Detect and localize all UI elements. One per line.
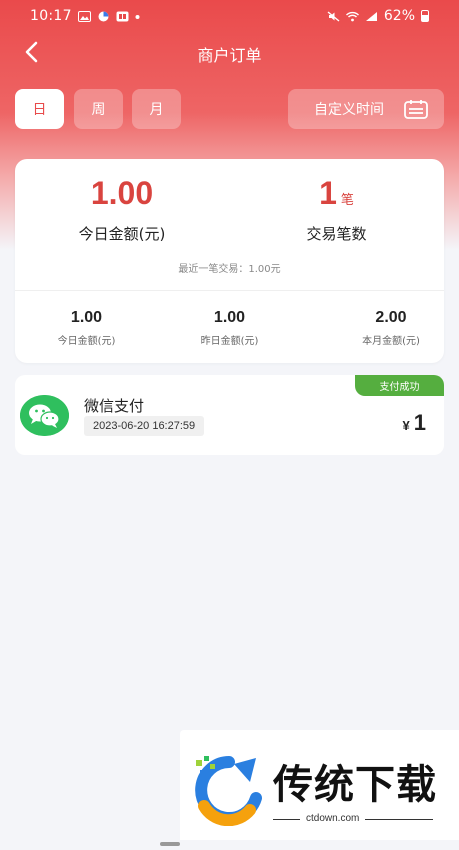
divider [15,290,444,291]
wifi-icon [345,11,359,21]
order-item[interactable]: 微信支付 2023-06-20 16:27:59 支付成功 ¥1 [15,375,444,455]
nav-bar: 商户订单 [0,32,459,72]
battery-percent: 62% [383,8,415,24]
summary-yesterday-value: 1.00 [213,309,246,326]
trade-count-label: 交易笔数 [306,225,367,243]
page-title: 商户订单 [197,46,262,65]
trade-count-unit: 笔 [340,192,354,207]
currency-symbol: ¥ [402,418,410,433]
order-time: 2023-06-20 16:27:59 [84,416,205,436]
summary-yesterday: 1.00 昨日金额(元) [158,309,301,347]
trade-count: 1笔 [229,175,444,212]
custom-time-label: 自定义时间 [314,102,384,118]
summary-yesterday-label: 昨日金额(元) [200,336,259,347]
watermark: 传统下载 ctdown.com [180,730,459,840]
payment-method: 微信支付 [84,397,145,415]
last-trade-text: 最近一笔交易：1.00元 [178,264,281,275]
browser-icon [98,11,109,21]
status-time: 10:17 [30,8,72,24]
wechat-pay-icon [20,395,69,436]
battery-icon [421,10,429,22]
summary-today-value: 1.00 [70,309,103,326]
tab-month[interactable]: 月 [132,89,181,129]
status-bar: 10:17 62% [0,0,459,32]
order-amount-value: 1 [413,410,426,435]
summary-today: 1.00 今日金额(元) [15,309,158,347]
tab-week[interactable]: 周 [74,89,123,129]
summary-month: 2.00 本月金额(元) [321,309,459,347]
watermark-url: ctdown.com [300,813,366,824]
today-amount-label: 今日金额(元) [78,225,166,243]
tab-day[interactable]: 日 [15,89,64,129]
trade-count-value: 1 [319,175,337,211]
custom-time-button[interactable]: 自定义时间 [288,89,444,129]
today-amount-value: 1.00 [90,175,154,211]
watermark-logo-icon [195,756,262,826]
calendar-icon [404,100,428,119]
home-indicator [160,842,180,846]
app-icon [116,11,129,21]
order-amount: ¥1 [403,410,426,436]
stats-card: 1.00 1笔 今日金额(元) 交易笔数 最近一笔交易：1.00元 1.00 今… [15,159,444,363]
mute-icon [327,10,340,22]
summary-today-label: 今日金额(元) [57,336,116,347]
status-badge: 支付成功 [355,375,444,396]
summary-month-label: 本月金额(元) [362,336,420,347]
signal-icon [365,11,377,21]
watermark-text: 传统下载 [273,762,437,808]
gallery-icon [77,10,91,22]
notification-dot-icon [135,14,140,19]
period-selector: 日 周 月 自定义时间 [15,89,444,129]
summary-month-value: 2.00 [375,309,407,326]
